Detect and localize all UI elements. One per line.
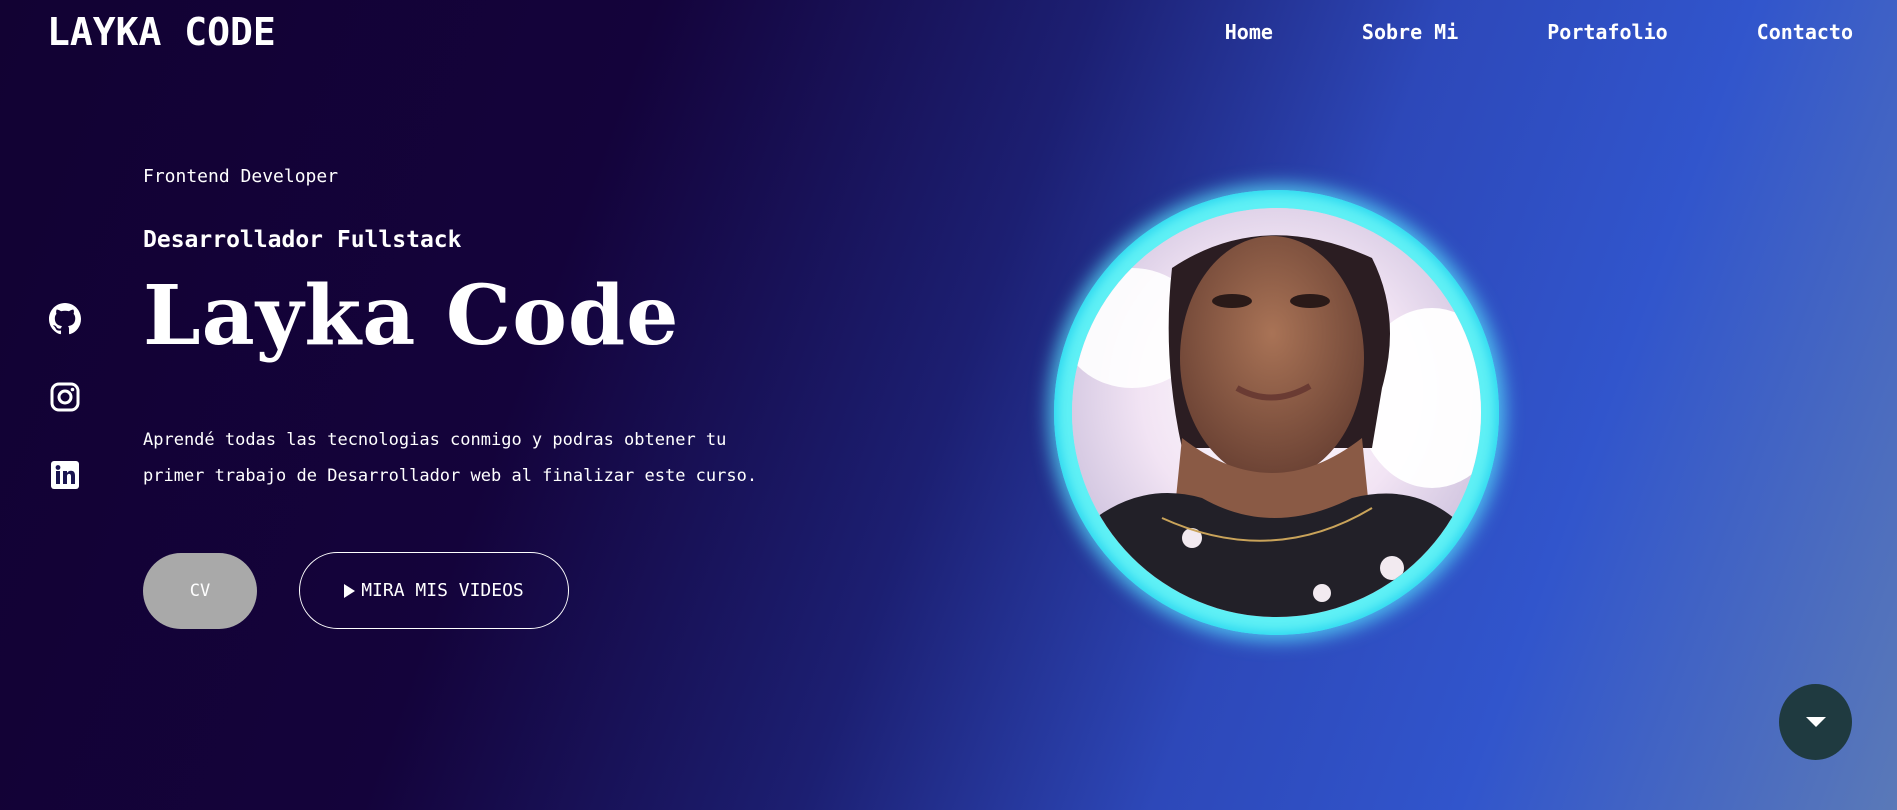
hero-description-line: Aprendé todas las tecnologias conmigo y …	[143, 430, 727, 450]
instagram-icon[interactable]	[49, 381, 81, 413]
watch-videos-button[interactable]: MIRA MIS VIDEOS	[299, 552, 569, 629]
profile-photo	[1072, 208, 1481, 617]
github-icon[interactable]	[49, 303, 81, 335]
social-links	[49, 303, 81, 491]
profile-photo-frame	[1054, 190, 1499, 635]
hero-subtitle: Desarrollador Fullstack	[143, 227, 462, 253]
linkedin-icon[interactable]	[49, 459, 81, 491]
nav-portafolio[interactable]: Portafolio	[1547, 20, 1667, 44]
nav-sobre-mi[interactable]: Sobre Mi	[1362, 20, 1458, 44]
main-nav: Home Sobre Mi Portafolio Contacto	[1136, 20, 1853, 44]
nav-contacto[interactable]: Contacto	[1757, 20, 1853, 44]
watch-videos-label: MIRA MIS VIDEOS	[361, 580, 524, 601]
hero-headline: Layka Code	[143, 268, 680, 364]
scroll-down-button[interactable]	[1779, 684, 1852, 760]
hero-description-line: primer trabajo de Desarrollador web al f…	[143, 466, 758, 486]
chevron-down-icon	[1805, 717, 1826, 727]
hero-description: Aprendé todas las tecnologias conmigo y …	[143, 422, 763, 494]
play-icon	[344, 583, 356, 598]
hero-role: Frontend Developer	[143, 166, 339, 187]
cv-button[interactable]: CV	[143, 553, 257, 629]
nav-home[interactable]: Home	[1225, 20, 1273, 44]
portrait-illustration	[1072, 208, 1481, 617]
site-logo[interactable]: LAYKA CODE	[47, 10, 276, 54]
